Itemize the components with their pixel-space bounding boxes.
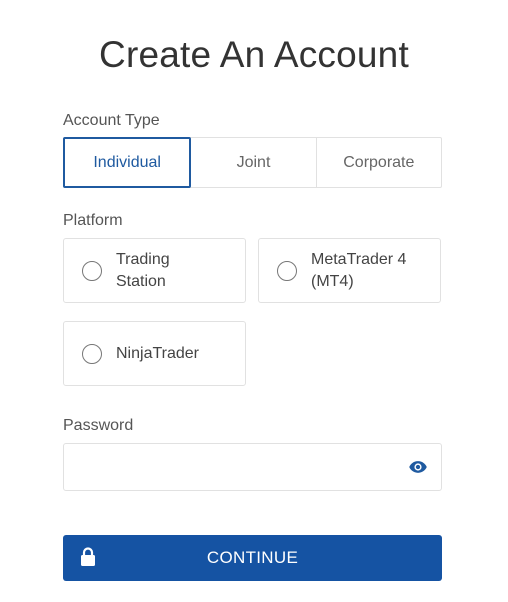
account-type-joint[interactable]: Joint bbox=[190, 138, 315, 187]
platform-option-trading-station[interactable]: Trading Station bbox=[63, 238, 246, 303]
account-type-individual[interactable]: Individual bbox=[63, 137, 192, 188]
account-type-label: Account Type bbox=[63, 112, 160, 129]
radio-button[interactable] bbox=[277, 260, 297, 281]
continue-button-label: CONTINUE bbox=[206, 548, 299, 567]
eye-icon[interactable] bbox=[407, 457, 429, 477]
password-field-container bbox=[63, 443, 442, 492]
password-input[interactable] bbox=[76, 444, 400, 492]
platform-option-ninjatrader[interactable]: NinjaTrader bbox=[63, 321, 246, 386]
platform-label: Platform bbox=[63, 212, 123, 229]
continue-button[interactable]: CONTINUE bbox=[63, 535, 442, 581]
platform-option-label: NinjaTrader bbox=[116, 344, 199, 362]
radio-button[interactable] bbox=[82, 343, 102, 364]
platform-option-metatrader4[interactable]: MetaTrader 4 (MT4) bbox=[258, 238, 441, 303]
page-title: Create An Account bbox=[99, 34, 409, 75]
create-account-form: Create An Account Account Type Individua… bbox=[0, 0, 508, 602]
platform-option-label: MetaTrader 4 (MT4) bbox=[311, 250, 407, 290]
account-type-corporate[interactable]: Corporate bbox=[315, 138, 441, 187]
platform-option-label: Trading Station bbox=[116, 250, 170, 290]
lock-icon bbox=[81, 547, 95, 566]
password-label: Password bbox=[63, 417, 134, 434]
radio-button[interactable] bbox=[82, 260, 102, 281]
account-type-selector: Individual Joint Corporate bbox=[63, 137, 442, 188]
